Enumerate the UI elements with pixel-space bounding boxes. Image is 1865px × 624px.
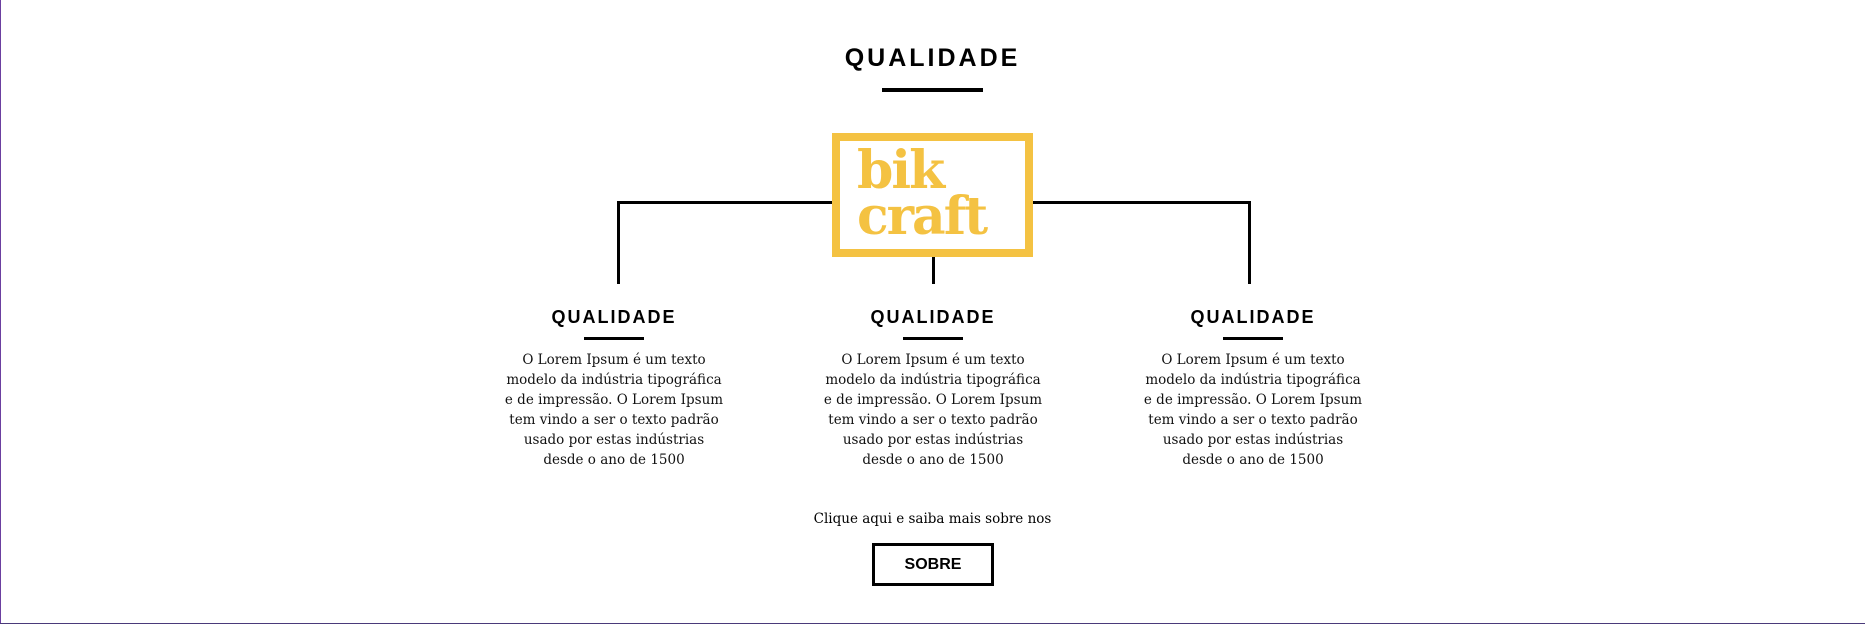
feature-title: QUALIDADE bbox=[870, 307, 996, 327]
feature-column-right: QUALIDADE O Lorem Ipsum é um texto model… bbox=[1138, 308, 1368, 470]
feature-column-left: QUALIDADE O Lorem Ipsum é um texto model… bbox=[499, 308, 729, 470]
connector-center-vertical bbox=[932, 256, 935, 284]
connector-right-horizontal bbox=[1032, 201, 1251, 204]
section-title-underline bbox=[882, 88, 983, 92]
section-title: QUALIDADE bbox=[844, 44, 1021, 72]
feature-title-underline bbox=[903, 337, 963, 340]
left-edge-line bbox=[0, 0, 1, 624]
feature-description: O Lorem Ipsum é um texto modelo da indús… bbox=[504, 352, 724, 468]
logo-line-2: craft bbox=[857, 186, 988, 247]
feature-title: QUALIDADE bbox=[1190, 307, 1316, 327]
feature-column-center: QUALIDADE O Lorem Ipsum é um texto model… bbox=[818, 308, 1048, 470]
feature-description: O Lorem Ipsum é um texto modelo da indús… bbox=[823, 352, 1043, 468]
feature-title-underline bbox=[1223, 337, 1283, 340]
bikcraft-logo: bik craft bbox=[832, 133, 1033, 257]
sobre-button[interactable]: SOBRE bbox=[872, 543, 994, 586]
connector-left-horizontal bbox=[617, 201, 833, 204]
connector-right-vertical bbox=[1248, 201, 1251, 284]
feature-title-underline bbox=[584, 337, 644, 340]
feature-description: O Lorem Ipsum é um texto modelo da indús… bbox=[1143, 352, 1363, 468]
cta-text: Clique aqui e saiba mais sobre nos bbox=[813, 511, 1052, 527]
feature-title: QUALIDADE bbox=[551, 307, 677, 327]
logo-text: bik craft bbox=[857, 145, 988, 247]
connector-left-vertical bbox=[617, 201, 620, 284]
